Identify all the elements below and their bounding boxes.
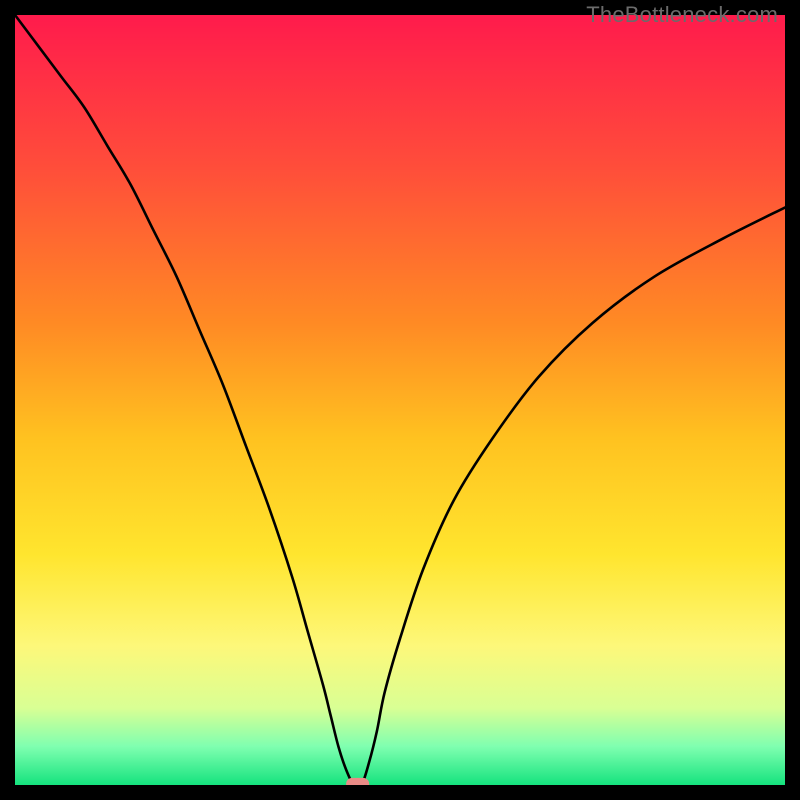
optimal-marker bbox=[346, 778, 369, 785]
bottleneck-chart bbox=[15, 15, 785, 785]
chart-frame bbox=[15, 15, 785, 785]
watermark-text: TheBottleneck.com bbox=[586, 2, 778, 28]
gradient-background bbox=[15, 15, 785, 785]
